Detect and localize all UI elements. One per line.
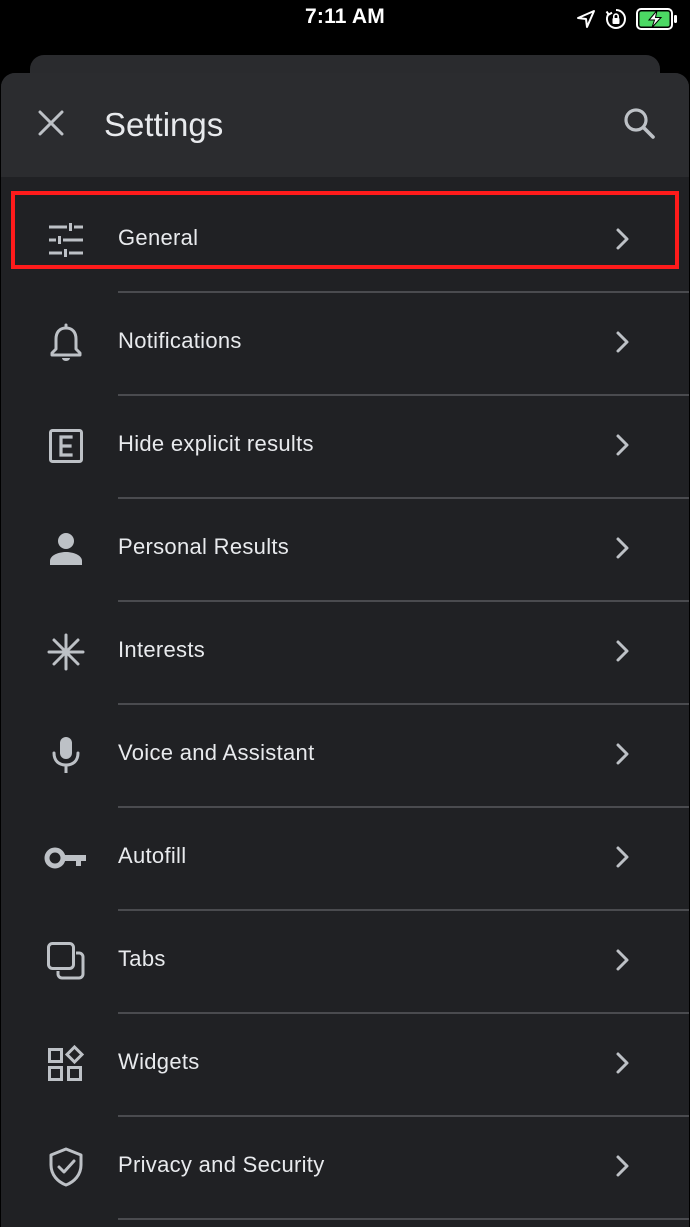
settings-item-privacy-and-security[interactable]: Privacy and Security [1, 1117, 689, 1220]
close-icon [38, 110, 64, 141]
chevron-right-icon [616, 640, 629, 662]
settings-item-widgets[interactable]: Widgets [1, 1014, 689, 1117]
chevron-right-icon [616, 434, 629, 456]
orientation-lock-icon [605, 8, 627, 30]
settings-item-label: Autofill [118, 843, 187, 868]
settings-item-notifications[interactable]: Notifications [1, 293, 689, 396]
chevron-right-icon [616, 743, 629, 765]
sheet-header: Settings [1, 73, 689, 177]
chevron-right-icon [616, 949, 629, 971]
settings-item-label: Interests [118, 637, 206, 662]
settings-item-personal-results[interactable]: Personal Results [1, 499, 689, 602]
settings-item-tabs[interactable]: Tabs [1, 911, 689, 1014]
settings-item-hide-explicit-results[interactable]: Hide explicit results [1, 396, 689, 499]
person-icon [46, 529, 86, 569]
chevron-right-icon [616, 228, 629, 250]
settings-item-label: Notifications [118, 328, 242, 353]
close-button[interactable] [31, 105, 71, 145]
chevron-right-icon [616, 1052, 629, 1074]
highlight-box [11, 191, 679, 269]
settings-item-label: Widgets [118, 1049, 200, 1074]
divider [118, 1218, 689, 1220]
search-icon [623, 107, 655, 144]
chevron-right-icon [616, 537, 629, 559]
bell-icon [46, 323, 86, 363]
settings-item-general[interactable]: General [1, 190, 689, 293]
chevron-right-icon [616, 846, 629, 868]
battery-charging-icon [636, 8, 678, 30]
search-button[interactable] [617, 103, 661, 147]
settings-item-label: Tabs [118, 946, 166, 971]
settings-list: General Notifications Hide explicit resu… [1, 190, 689, 1220]
settings-item-label: Hide explicit results [118, 431, 314, 456]
settings-item-label: Personal Results [118, 534, 290, 559]
tune-sliders-icon [46, 220, 86, 260]
page-title: Settings [104, 106, 224, 143]
settings-item-voice-and-assistant[interactable]: Voice and Assistant [1, 705, 689, 808]
status-icons [576, 6, 678, 32]
settings-sheet: Settings General Notifications Hide expl… [1, 73, 689, 1227]
settings-item-label: Privacy and Security [118, 1152, 325, 1177]
tabs-icon [46, 941, 86, 981]
chevron-right-icon [616, 1155, 629, 1177]
microphone-icon [46, 735, 86, 775]
settings-item-label: Voice and Assistant [118, 740, 315, 765]
location-arrow-icon [576, 9, 596, 29]
chevron-right-icon [616, 331, 629, 353]
screen: 7:11 AM Settings General Notifications H… [0, 0, 690, 1227]
shield-check-icon [46, 1147, 86, 1187]
explicit-e-icon [46, 426, 86, 466]
key-icon [44, 838, 86, 878]
status-bar: 7:11 AM [0, 0, 690, 40]
settings-item-interests[interactable]: Interests [1, 602, 689, 705]
asterisk-icon [46, 632, 86, 672]
settings-item-autofill[interactable]: Autofill [1, 808, 689, 911]
widgets-icon [46, 1044, 86, 1084]
settings-item-label: General [118, 225, 199, 250]
